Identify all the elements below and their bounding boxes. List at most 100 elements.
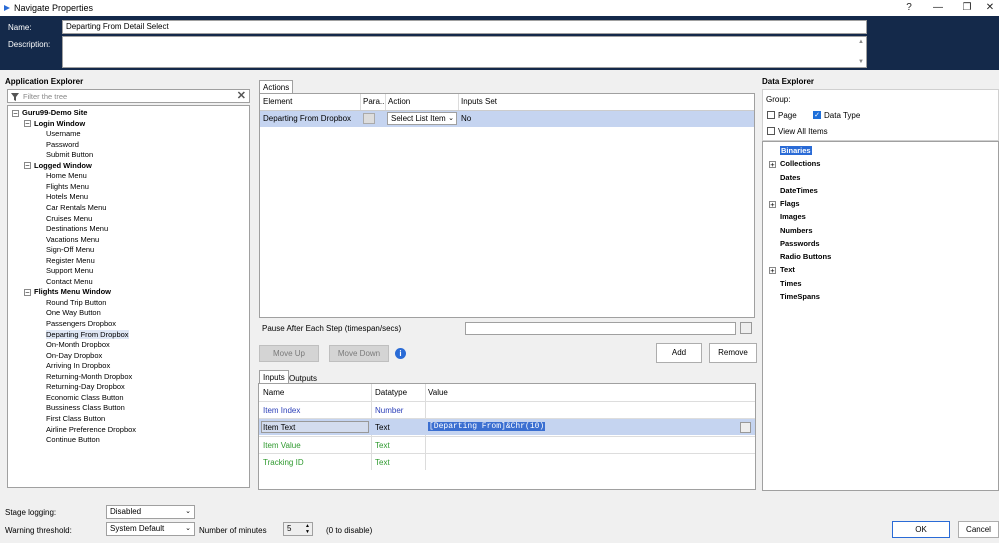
action-select-value: Select List Item [391,114,446,123]
data-tree-item[interactable]: Images [780,212,806,221]
data-tree-item[interactable]: Binaries [780,146,812,155]
tree-item[interactable]: Username [46,129,81,138]
help-button[interactable]: ? [900,1,918,15]
stepper-arrows-icon[interactable]: ▲ ▼ [305,523,310,535]
tree-item[interactable]: Returning-Day Dropbox [46,382,125,391]
tree-item[interactable]: Sign-Off Menu [46,245,94,254]
tree-item[interactable]: Home Menu [46,171,87,180]
tree-item[interactable]: Vacations Menu [46,235,99,244]
add-button[interactable]: Add [656,343,702,363]
data-tree-item[interactable]: Dates [780,173,800,182]
tree-item[interactable]: Destinations Menu [46,224,108,233]
tree-item[interactable]: Register Menu [46,256,95,265]
info-icon[interactable]: i [395,348,406,359]
col-name: Name [263,388,285,397]
properties-header: Name: Departing From Detail Select Descr… [0,16,999,70]
params-button[interactable] [363,113,375,124]
input-row[interactable]: Item Text Text [Departing From]&Chr(10) [259,418,755,436]
tree-item[interactable]: First Class Button [46,414,105,423]
input-row[interactable]: Item Index Number [259,401,755,418]
chevron-down-icon: ⌄ [185,525,191,532]
collapse-icon[interactable]: − [24,289,31,296]
data-tree-item[interactable]: Passwords [780,239,820,248]
minimize-button[interactable]: — [929,1,947,15]
collapse-icon[interactable]: − [24,120,31,127]
tree-item[interactable]: Password [46,140,79,149]
tree-item[interactable]: Continue Button [46,435,100,444]
description-input[interactable]: ▲ ▼ [62,36,867,68]
input-row[interactable]: Tracking ID Text [259,452,755,470]
close-button[interactable]: ✕ [981,1,999,15]
tree-item[interactable]: Airline Preference Dropbox [46,425,136,434]
action-row[interactable]: Departing From Dropbox Select List Item … [260,111,754,127]
scroll-up-icon[interactable]: ▲ [858,39,864,45]
tree-item[interactable]: Login Window [34,119,85,128]
expression-editor-icon[interactable] [740,422,751,434]
tree-item[interactable]: Returning-Month Dropbox [46,372,132,381]
app-icon [4,5,10,11]
clear-filter-icon[interactable]: ✕ [237,89,246,102]
tree-item[interactable]: Passengers Dropbox [46,319,116,328]
tree-item[interactable]: Flights Menu Window [34,287,111,296]
tree-item[interactable]: Departing From Dropbox [46,329,129,339]
remove-button[interactable]: Remove [709,343,757,363]
input-datatype: Number [375,406,404,415]
maximize-button[interactable]: ❐ [958,1,976,15]
tree-item[interactable]: Guru99-Demo Site [22,108,87,117]
tree-item[interactable]: One Way Button [46,308,101,317]
ok-button[interactable]: OK [892,521,950,538]
minutes-stepper[interactable]: 5 ▲ ▼ [283,522,313,536]
data-tree-item[interactable]: Times [780,279,802,288]
stage-logging-select[interactable]: Disabled ⌄ [106,505,195,519]
warning-threshold-select[interactable]: System Default ⌄ [106,522,195,536]
tree-item[interactable]: Contact Menu [46,277,93,286]
data-tree-item[interactable]: Flags [780,199,800,208]
scroll-down-icon[interactable]: ▼ [858,59,864,65]
expand-icon[interactable]: + [769,267,776,274]
expand-icon[interactable]: + [769,200,776,208]
tree-item[interactable]: On-Month Dropbox [46,340,110,349]
data-type-checkbox[interactable]: ✓ [813,111,821,119]
data-tree-item[interactable]: DateTimes [780,186,818,195]
pause-input[interactable] [465,322,736,335]
move-down-button[interactable]: Move Down [329,345,389,362]
expand-icon[interactable]: + [769,161,776,168]
view-all-checkbox[interactable] [767,127,775,135]
tab-actions[interactable]: Actions [259,80,294,94]
data-tree-item[interactable]: TimeSpans [780,292,820,301]
move-up-button[interactable]: Move Up [259,345,319,362]
filter-input[interactable]: Filter the tree [23,92,67,101]
tree-item[interactable]: Car Rentals Menu [46,203,106,212]
application-tree[interactable]: − Guru99-Demo Site − Login Window Username Pa… [7,105,250,488]
tree-item[interactable]: Cruises Menu [46,214,92,223]
tree-item[interactable]: On-Day Dropbox [46,351,102,360]
tree-item[interactable]: Bussiness Class Button [46,403,125,412]
data-tree-item[interactable]: Text [780,265,795,274]
tree-item[interactable]: Economic Class Button [46,393,124,402]
collapse-icon[interactable]: − [24,162,31,170]
data-tree-item[interactable]: Collections [780,159,820,168]
name-input[interactable]: Departing From Detail Select [62,20,867,34]
cancel-button[interactable]: Cancel [958,521,999,538]
tree-item[interactable]: Round Trip Button [46,298,106,307]
tree-item[interactable]: Logged Window [34,161,92,170]
tree-item[interactable]: Flights Menu [46,182,89,191]
filter-box[interactable]: Filter the tree ✕ [7,89,250,103]
data-tree-item[interactable]: Numbers [780,226,813,235]
tree-item[interactable]: Arriving In Dropbox [46,361,110,370]
calculator-icon[interactable] [740,322,752,334]
warning-threshold-label: Warning threshold: [5,526,72,535]
tree-item[interactable]: Hotels Menu [46,192,88,201]
tree-item[interactable]: Support Menu [46,266,93,275]
tree-item[interactable]: Submit Button [46,150,93,159]
data-tree[interactable]: Binaries + Collections Dates DateTimes + Flags… [762,141,999,491]
collapse-icon[interactable]: − [12,109,19,117]
data-tree-item[interactable]: Radio Buttons [780,252,831,261]
input-row[interactable]: Item Value Text [259,435,755,453]
page-checkbox-label: Page [778,111,797,120]
input-name: Tracking ID [263,457,304,467]
input-value[interactable]: [Departing From]&Chr(10) [428,422,546,432]
tab-inputs[interactable]: Inputs [259,370,289,384]
page-checkbox[interactable] [767,111,775,119]
action-select[interactable]: Select List Item ⌄ [387,112,457,125]
